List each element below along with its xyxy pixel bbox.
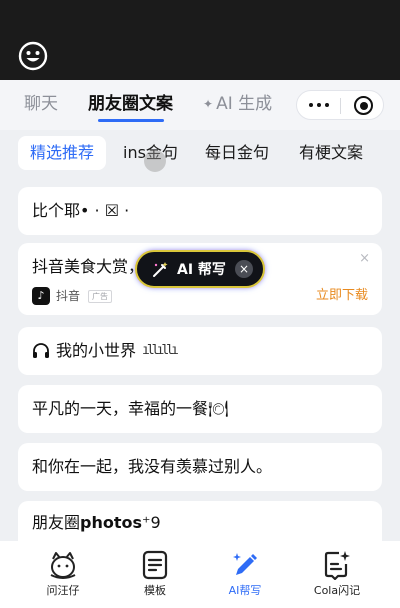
dog-mascot-icon	[50, 552, 76, 579]
list-item-text: 比个耶• · ☒ ·	[32, 201, 130, 220]
smiley-icon[interactable]	[18, 41, 48, 71]
bottom-nav: 问汪仔 模板 AI帮写 Cola闪记	[0, 541, 400, 608]
ad-source: 抖音	[56, 289, 81, 303]
nav-label: 问汪仔	[46, 584, 80, 597]
tab-moments-copy[interactable]: 朋友圈文案	[88, 93, 173, 115]
touch-ripple	[144, 150, 166, 172]
close-target-icon[interactable]	[354, 96, 373, 115]
magic-pen-icon	[153, 262, 168, 277]
ai-write-label: AI 帮写	[177, 262, 226, 278]
mini-program-capsule	[296, 90, 384, 120]
ad-badge: 广告	[88, 290, 112, 303]
category-featured[interactable]: 精选推荐	[18, 136, 106, 170]
tab-ai-generate-label: AI 生成	[216, 94, 273, 114]
note-sparkle-icon	[324, 551, 350, 580]
nav-label: AI帮写	[228, 584, 262, 597]
nav-ai-write[interactable]: AI帮写	[205, 541, 285, 608]
ai-pen-icon	[233, 553, 257, 575]
capsule-divider	[340, 98, 341, 114]
ai-write-floating-button[interactable]: AI 帮写 ×	[135, 250, 265, 288]
list-item-text: 朋友圈𝗽𝗵𝗼𝘁𝗼𝘀⁺9	[32, 513, 161, 532]
nav-label: Cola闪记	[313, 584, 361, 597]
ai-sparkle-icon: ✦	[203, 97, 214, 111]
nav-cola-notes[interactable]: Cola闪记	[297, 541, 377, 608]
douyin-logo-icon: ♪	[32, 287, 50, 305]
list-item-text: 我的小世界	[56, 341, 137, 360]
download-button[interactable]: 立即下载	[316, 287, 368, 305]
active-tab-indicator	[98, 119, 164, 122]
list-item-text: 平凡的一天，幸福的一餐🍽	[32, 399, 229, 418]
tab-ai-generate[interactable]: ✦ AI 生成	[203, 93, 272, 115]
list-item[interactable]: 我的小世界 ıllıllı	[18, 327, 382, 375]
list-item[interactable]: 和你在一起，我没有羡慕过别人。	[18, 443, 382, 491]
ad-close-icon[interactable]: ×	[359, 251, 370, 266]
list-item[interactable]: 平凡的一天，幸福的一餐🍽	[18, 385, 382, 433]
category-funny-copy[interactable]: 有梗文案	[299, 136, 363, 170]
headphones-icon	[33, 343, 49, 358]
tab-chat[interactable]: 聊天	[24, 93, 58, 115]
status-bar	[0, 0, 400, 80]
list-item-content: 我的小世界 ıllıllı	[32, 340, 179, 362]
template-doc-icon	[142, 550, 168, 580]
nav-ask-wangzai[interactable]: 问汪仔	[23, 541, 103, 608]
nav-label: 模板	[144, 584, 166, 597]
ai-write-close-icon[interactable]: ×	[235, 260, 253, 278]
nav-templates[interactable]: 模板	[115, 541, 195, 608]
list-item[interactable]: 比个耶• · ☒ ·	[18, 187, 382, 235]
more-icon[interactable]	[309, 103, 329, 107]
list-item-text: 和你在一起，我没有羡慕过别人。	[32, 457, 273, 476]
sound-bars: ıllıllı	[142, 343, 179, 358]
category-bar: 精选推荐 ins金句 每日金句 有梗文案	[0, 136, 400, 172]
category-daily-quotes[interactable]: 每日金句	[205, 136, 269, 170]
